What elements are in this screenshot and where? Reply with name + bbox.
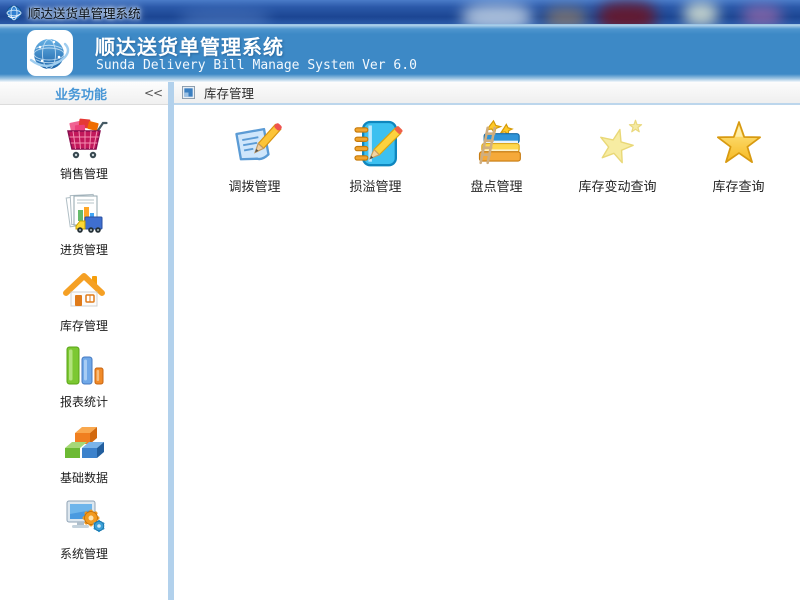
app-title: 顺达送货单管理系统 <box>95 31 284 60</box>
tab-inventory-management[interactable]: 库存管理 <box>174 82 254 103</box>
house-icon <box>58 264 110 316</box>
sidebar-item-label: 进货管理 <box>60 241 108 258</box>
window-globe-icon[interactable] <box>6 5 22 21</box>
feature-item-loss-overflow-management[interactable]: 损溢管理 <box>315 114 436 195</box>
window-titlebar[interactable]: 顺达送货单管理系统 <box>0 0 800 25</box>
main-area: 库存管理 调拨管理 <box>174 82 800 600</box>
app-header: 顺达送货单管理系统 Sunda Delivery Bill Manage Sys… <box>0 25 800 82</box>
sidebar-item-label: 基础数据 <box>60 469 108 486</box>
app-subtitle: Sunda Delivery Bill Manage System Ver 6.… <box>96 58 417 73</box>
sparkle-stars-icon <box>589 114 647 172</box>
feature-item-stock-change-query[interactable]: 库存变动查询 <box>557 114 678 195</box>
feature-item-label: 盘点管理 <box>470 176 522 195</box>
main-tabbar: 库存管理 <box>174 82 800 105</box>
feature-item-label: 调拨管理 <box>228 176 280 195</box>
sidebar-item-sales-management[interactable]: 销售管理 <box>24 112 144 188</box>
sidebar-header: 业务功能 << <box>0 82 168 105</box>
sidebar: 业务功能 << 销售管理 <box>0 82 168 600</box>
feature-item-label: 损溢管理 <box>349 176 401 195</box>
sidebar-item-purchase-management[interactable]: 进货管理 <box>24 188 144 264</box>
sidebar-item-system-management[interactable]: 系统管理 <box>24 492 144 568</box>
feature-item-transfer-management[interactable]: 调拨管理 <box>194 114 315 195</box>
sidebar-collapse-button[interactable]: << <box>144 86 168 100</box>
form-icon <box>182 86 195 99</box>
note-pencil-icon <box>226 114 284 172</box>
monitor-gears-icon <box>58 492 110 544</box>
documents-truck-icon <box>58 188 110 240</box>
bar-chart-icon <box>58 340 110 392</box>
notebook-pencil-icon <box>347 114 405 172</box>
sidebar-item-label: 销售管理 <box>60 165 108 182</box>
sidebar-item-label: 系统管理 <box>60 545 108 562</box>
window-title: 顺达送货单管理系统 <box>28 3 141 22</box>
books-ladder-icon <box>468 114 526 172</box>
sidebar-item-label: 库存管理 <box>60 317 108 334</box>
feature-item-label: 库存查询 <box>712 176 764 195</box>
feature-item-label: 库存变动查询 <box>578 176 656 195</box>
tab-label: 库存管理 <box>204 83 254 102</box>
shopping-cart-icon <box>58 112 110 164</box>
sidebar-title: 业务功能 <box>0 84 144 103</box>
gold-star-icon <box>710 114 768 172</box>
feature-item-stocktaking-management[interactable]: 盘点管理 <box>436 114 557 195</box>
sidebar-item-basic-data[interactable]: 基础数据 <box>24 416 144 492</box>
sidebar-item-report-statistics[interactable]: 报表统计 <box>24 340 144 416</box>
sidebar-item-inventory-management[interactable]: 库存管理 <box>24 264 144 340</box>
feature-item-stock-query[interactable]: 库存查询 <box>678 114 799 195</box>
color-blocks-icon <box>58 416 110 468</box>
sidebar-item-label: 报表统计 <box>60 393 108 410</box>
app-logo-globe-icon <box>26 29 74 77</box>
sidebar-items: 销售管理 进货管理 <box>0 106 168 568</box>
feature-row: 调拨管理 <box>194 114 799 195</box>
